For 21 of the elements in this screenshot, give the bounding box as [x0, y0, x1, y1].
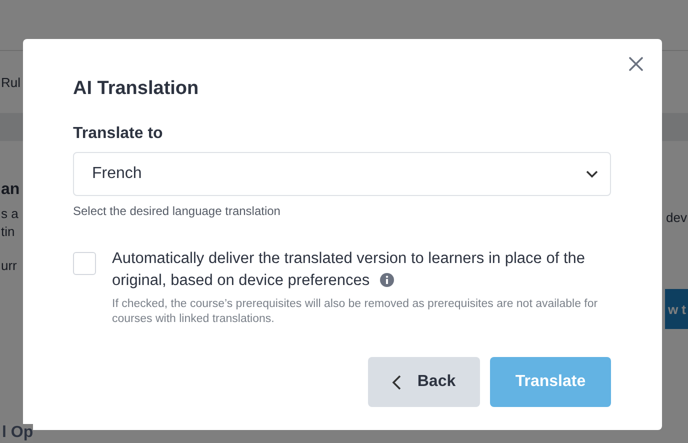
dialog-title: AI Translation: [73, 77, 200, 101]
checkbox-label: Automatically deliver the translated version to learners in place of the original, based on device preferences: [112, 249, 586, 291]
section-text: tin: [1, 223, 15, 241]
chevron-left-icon: [392, 374, 402, 390]
help-text: Select the desired language translation: [73, 204, 282, 218]
back-button[interactable]: Back: [368, 357, 480, 407]
chevron-down-icon: [586, 170, 598, 178]
section-text: urr: [1, 257, 17, 275]
language-select[interactable]: French: [73, 152, 611, 196]
section-text: dev: [666, 209, 687, 227]
action-button[interactable]: w t: [664, 289, 688, 329]
translate-button[interactable]: Translate: [490, 357, 611, 407]
note-text: If checked, the course’s prerequisites will also be removed as prerequisites are not available for courses with linked translations.: [112, 297, 599, 327]
field-label: Translate to: [73, 124, 164, 144]
section-heading: l Op: [2, 424, 34, 442]
close-icon[interactable]: [628, 56, 644, 72]
section-text: s a: [1, 205, 18, 223]
checkbox[interactable]: [73, 252, 96, 275]
section-heading: an: [1, 181, 20, 199]
info-icon: [380, 273, 394, 287]
tab-label[interactable]: Rul: [1, 74, 21, 90]
